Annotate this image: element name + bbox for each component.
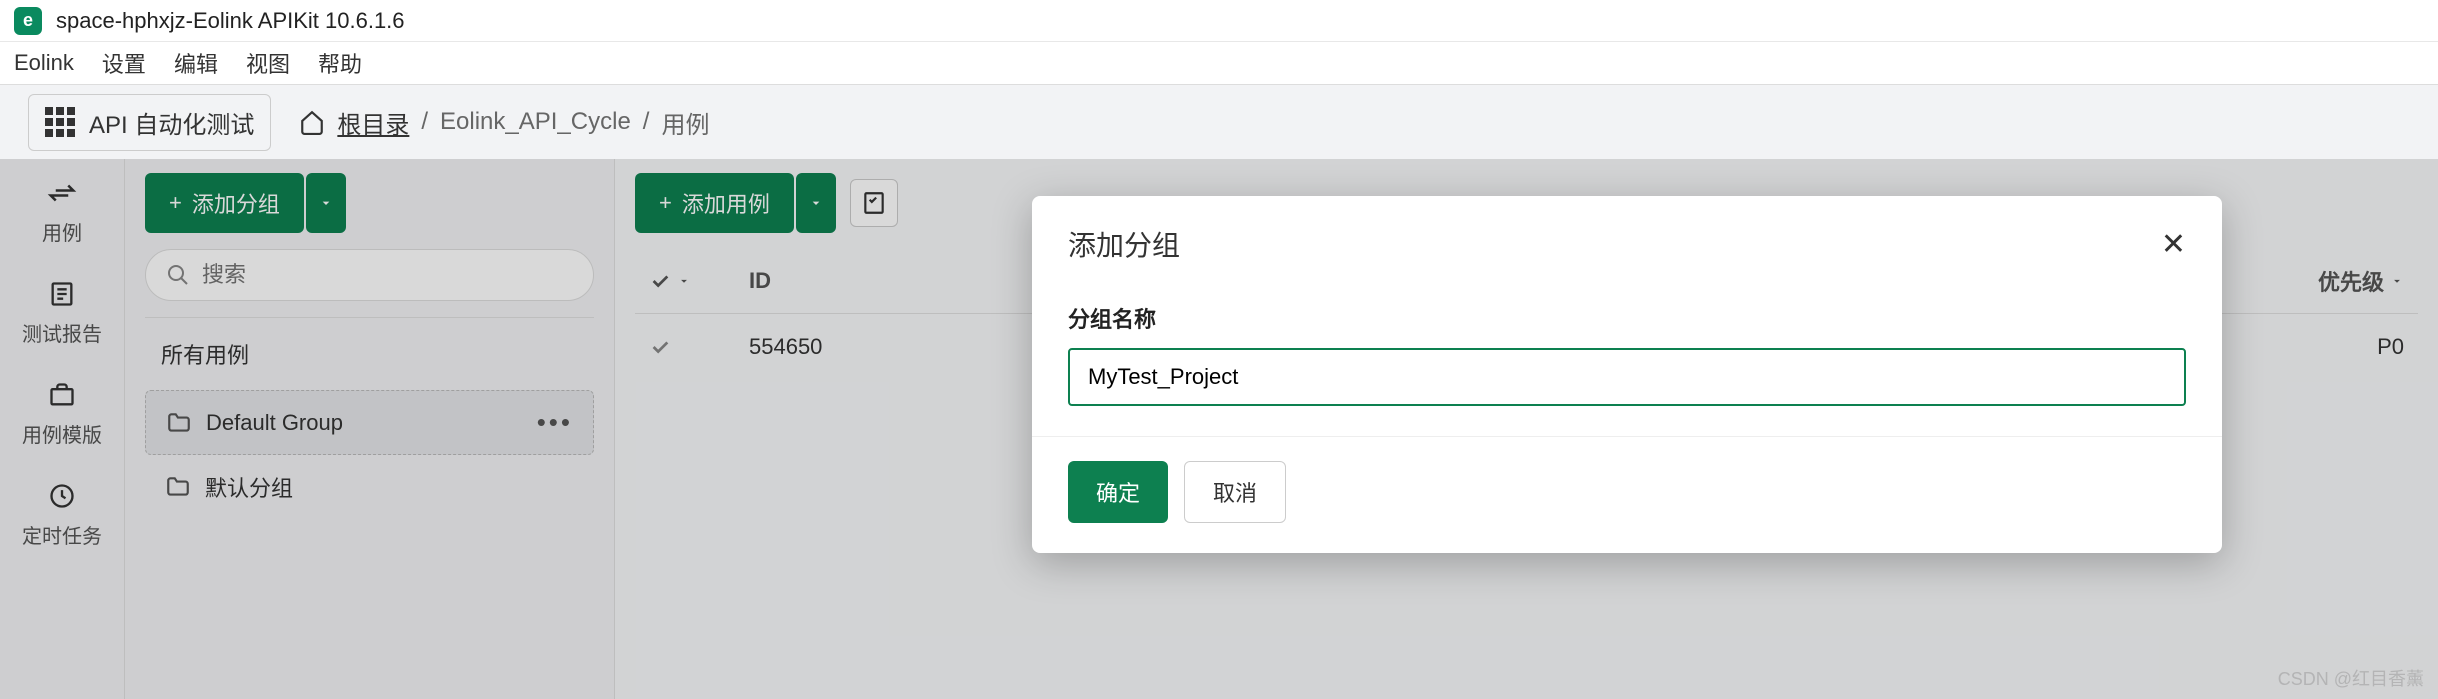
add-group-modal: 添加分组 ✕ 分组名称 确定 取消 [1032,196,2222,553]
modal-footer: 确定 取消 [1032,436,2222,553]
close-icon[interactable]: ✕ [2161,227,2186,262]
menu-eolink[interactable]: Eolink [14,50,74,76]
breadcrumb: 根目录 / Eolink_API_Cycle / 用例 [299,105,709,140]
menu-edit[interactable]: 编辑 [174,47,218,79]
field-label: 分组名称 [1068,302,2186,334]
modal-header: 添加分组 ✕ [1032,196,2222,292]
app-icon: e [14,7,42,35]
menu-help[interactable]: 帮助 [318,47,362,79]
breadcrumb-item-2[interactable]: 用例 [661,105,709,140]
group-name-input[interactable] [1068,348,2186,406]
menu-view[interactable]: 视图 [246,47,290,79]
titlebar: e space-hphxjz-Eolink APIKit 10.6.1.6 [0,0,2438,42]
grid-icon [45,107,75,137]
toolbar: API 自动化测试 根目录 / Eolink_API_Cycle / 用例 [0,84,2438,159]
breadcrumb-sep: / [643,108,650,136]
section-label: API 自动化测试 [89,105,254,140]
modal-title: 添加分组 [1068,224,1180,264]
home-icon [299,109,325,135]
watermark: CSDN @红目香薰 [2278,665,2424,691]
breadcrumb-sep: / [421,108,428,136]
section-button[interactable]: API 自动化测试 [28,94,271,151]
breadcrumb-root[interactable]: 根目录 [337,105,409,140]
confirm-button[interactable]: 确定 [1068,461,1168,523]
menubar: Eolink 设置 编辑 视图 帮助 [0,42,2438,84]
menu-settings[interactable]: 设置 [102,47,146,79]
modal-body: 分组名称 [1032,292,2222,436]
window-title: space-hphxjz-Eolink APIKit 10.6.1.6 [56,8,405,34]
breadcrumb-item-1[interactable]: Eolink_API_Cycle [440,108,631,136]
cancel-button[interactable]: 取消 [1184,461,1286,523]
